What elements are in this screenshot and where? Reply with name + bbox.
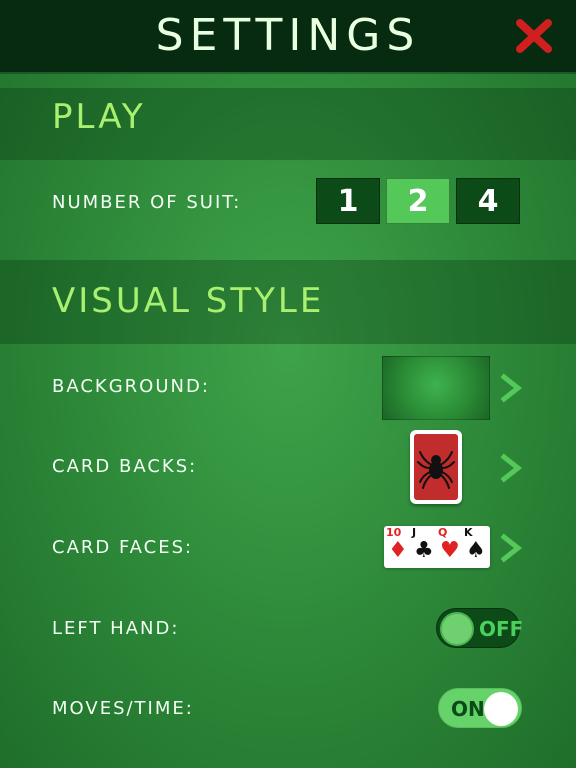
- card-backs-next-button[interactable]: [498, 452, 526, 484]
- spade-icon: ♠: [466, 538, 486, 563]
- moves-time-label: MOVES/TIME:: [52, 698, 194, 719]
- card-face-q-hearts: Q ♥: [436, 526, 462, 568]
- left-hand-label: LEFT HAND:: [52, 618, 180, 639]
- number-of-suit-selector: 1 2 4: [316, 178, 522, 224]
- chevron-right-icon: [500, 533, 523, 563]
- rank-text: J: [412, 526, 417, 539]
- suit-option-2-selected[interactable]: 2: [386, 178, 450, 224]
- card-faces-preview[interactable]: 10 ♦ J ♣ Q ♥ K ♠: [384, 526, 490, 568]
- number-of-suit-label: NUMBER OF SUIT:: [52, 192, 242, 213]
- club-icon: ♣: [414, 538, 434, 563]
- card-faces-next-button[interactable]: [498, 532, 526, 564]
- moves-time-toggle[interactable]: ON: [438, 688, 522, 728]
- chevron-right-icon: [500, 453, 523, 483]
- page-title: SETTINGS: [155, 10, 421, 61]
- spider-icon: [417, 451, 455, 489]
- rank-text: Q: [438, 526, 448, 539]
- rank-text: 10: [386, 526, 402, 539]
- close-button[interactable]: [514, 18, 554, 54]
- suit-option-4[interactable]: 4: [456, 178, 520, 224]
- rank-text: K: [464, 526, 473, 539]
- heart-icon: ♥: [440, 538, 460, 563]
- toggle-state-text: OFF: [479, 617, 524, 641]
- card-face-j-clubs: J ♣: [410, 526, 436, 568]
- card-faces-label: CARD FACES:: [52, 537, 194, 558]
- suit-option-1[interactable]: 1: [316, 178, 380, 224]
- close-x-icon: [516, 19, 552, 53]
- section-title-visual-style: VISUAL STYLE: [52, 281, 325, 321]
- left-hand-toggle[interactable]: OFF: [436, 608, 524, 648]
- toggle-knob: [484, 692, 518, 726]
- card-face-10-diamonds: 10 ♦: [384, 526, 410, 568]
- diamond-icon: ♦: [388, 538, 408, 563]
- toggle-knob: [440, 612, 474, 646]
- background-preview[interactable]: [382, 356, 490, 420]
- background-label: BACKGROUND:: [52, 376, 210, 397]
- card-face-k-spades: K ♠: [462, 526, 488, 568]
- toggle-state-text: ON: [451, 697, 485, 721]
- card-backs-label: CARD BACKS:: [52, 456, 198, 477]
- chevron-right-icon: [500, 373, 523, 403]
- section-title-play: PLAY: [52, 97, 146, 137]
- card-back-preview[interactable]: [410, 430, 462, 504]
- background-next-button[interactable]: [498, 372, 526, 404]
- card-back-face: [414, 434, 458, 500]
